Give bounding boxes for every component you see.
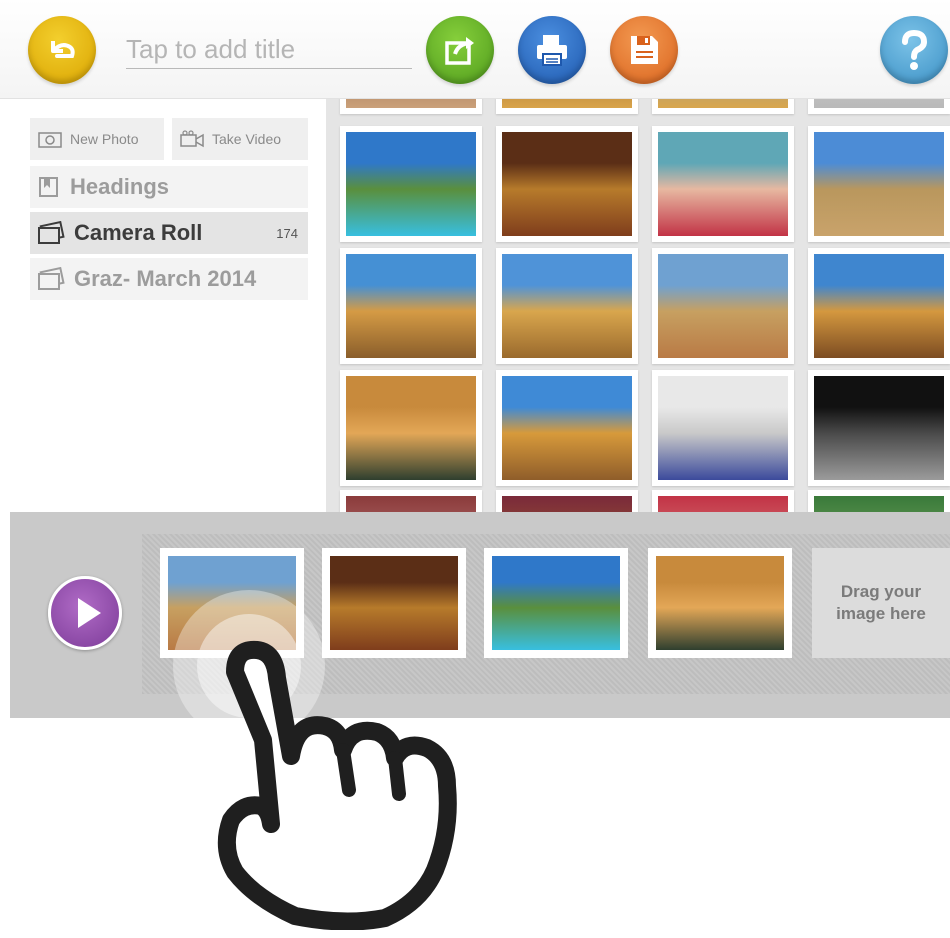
take-video-button[interactable]: Take Video	[172, 118, 308, 160]
photo-thumbnail[interactable]	[340, 248, 482, 364]
photo-image	[502, 376, 632, 480]
photo-thumbnail[interactable]	[340, 126, 482, 242]
photo-image	[658, 132, 788, 236]
photo-thumbnail[interactable]	[496, 126, 638, 242]
photo-stack-icon	[38, 267, 65, 290]
photo-thumbnail[interactable]	[496, 370, 638, 486]
tray-slot[interactable]	[648, 548, 792, 658]
photo-thumbnail[interactable]	[808, 126, 950, 242]
photo-thumbnail[interactable]	[340, 490, 482, 512]
tray-image	[656, 556, 784, 650]
undo-arrow-icon	[51, 41, 75, 58]
top-toolbar	[0, 0, 950, 99]
question-mark-icon	[902, 29, 928, 70]
sidebar-item-label: Camera Roll	[74, 220, 203, 245]
sidebar-item-camera-roll[interactable]: Camera Roll 174	[30, 212, 308, 254]
sidebar: New Photo Take Video Headings Camera Rol…	[0, 98, 326, 512]
photo-stack-icon	[38, 221, 65, 244]
photo-image	[502, 132, 632, 236]
photo-image	[502, 254, 632, 358]
photo-image	[346, 132, 476, 236]
share-icon	[445, 37, 474, 65]
photo-image	[814, 376, 944, 480]
title-input[interactable]	[126, 30, 412, 69]
photo-thumbnail[interactable]	[496, 98, 638, 114]
photo-image	[814, 132, 944, 236]
photo-thumbnail[interactable]	[652, 490, 794, 512]
photo-thumbnail[interactable]	[808, 370, 950, 486]
printer-icon	[537, 35, 567, 66]
photo-count-badge: 174	[276, 225, 298, 241]
share-button[interactable]	[426, 16, 494, 84]
photo-thumbnail[interactable]	[808, 490, 950, 512]
photo-thumbnail[interactable]	[652, 98, 794, 114]
photo-grid	[326, 98, 950, 512]
photo-thumbnail[interactable]	[652, 248, 794, 364]
photo-thumbnail[interactable]	[652, 370, 794, 486]
new-photo-label: New Photo	[70, 131, 139, 147]
pointing-hand-icon	[173, 590, 457, 930]
save-button[interactable]	[610, 16, 678, 84]
play-icon	[78, 598, 101, 628]
photo-thumbnail[interactable]	[340, 370, 482, 486]
sidebar-item-label: Graz- March 2014	[74, 266, 257, 291]
photo-thumbnail[interactable]	[652, 126, 794, 242]
bookmark-icon	[39, 177, 58, 197]
video-camera-icon	[180, 130, 204, 148]
new-photo-button[interactable]: New Photo	[30, 118, 164, 160]
photo-image	[346, 254, 476, 358]
photo-thumbnail[interactable]	[496, 490, 638, 512]
photo-thumbnail[interactable]	[808, 98, 950, 114]
drop-text-line2: image here	[836, 604, 926, 623]
drop-text-line1: Drag your	[840, 582, 922, 601]
photo-thumbnail[interactable]	[808, 248, 950, 364]
floppy-disk-icon	[631, 36, 658, 64]
photo-image	[814, 254, 944, 358]
photo-image	[346, 376, 476, 480]
back-button[interactable]	[28, 16, 96, 84]
photo-thumbnail[interactable]	[496, 248, 638, 364]
tray-image	[492, 556, 620, 650]
help-button[interactable]	[880, 16, 948, 84]
play-button[interactable]	[48, 576, 122, 650]
take-video-label: Take Video	[212, 131, 282, 147]
camera-icon	[38, 132, 62, 148]
photo-thumbnail[interactable]	[340, 98, 482, 114]
sidebar-item-graz-march-2014[interactable]: Graz- March 2014	[30, 258, 308, 300]
drop-target[interactable]: Drag your image here	[812, 548, 950, 658]
photo-image	[658, 254, 788, 358]
sidebar-item-headings[interactable]: Headings	[30, 166, 308, 208]
print-button[interactable]	[518, 16, 586, 84]
tray-slot[interactable]	[484, 548, 628, 658]
sidebar-item-label: Headings	[70, 174, 170, 199]
photo-image	[658, 376, 788, 480]
